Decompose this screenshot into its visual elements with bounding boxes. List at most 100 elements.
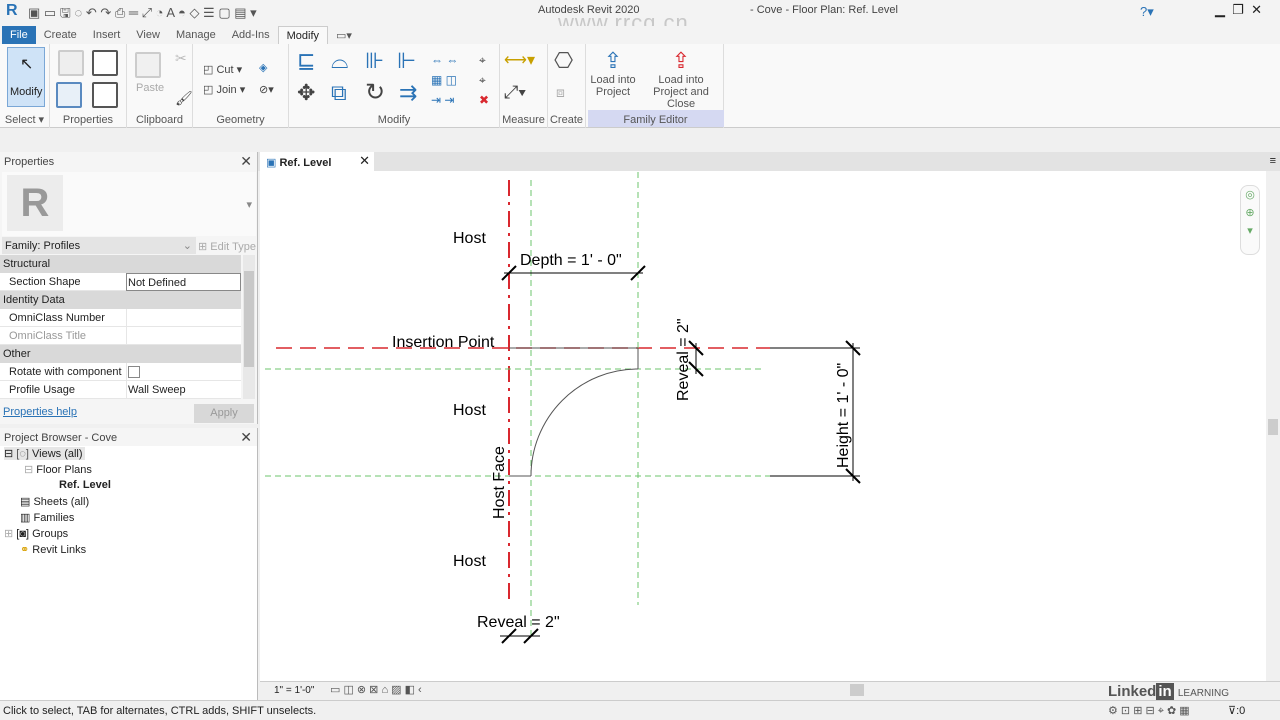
family-types-icon[interactable] <box>92 50 118 76</box>
measure-icon[interactable]: ⟷▾ <box>504 50 535 70</box>
tree-families[interactable]: ▥ Families <box>20 511 74 524</box>
panel-label: Clipboard <box>135 114 184 126</box>
scroll-thumb[interactable] <box>1268 419 1278 435</box>
links-icon: ⚭ <box>20 544 30 556</box>
trim-extend-icon[interactable]: ⇉ <box>399 80 417 106</box>
group-other[interactable]: Other <box>0 345 241 363</box>
panel-toggle-icon[interactable]: ▭▾ <box>328 26 360 44</box>
modify-button[interactable]: ↖ Modify <box>7 47 45 107</box>
paste-icon[interactable] <box>135 52 161 78</box>
panel-label: Measure <box>502 114 545 126</box>
paste-label[interactable]: Paste <box>136 82 164 94</box>
pin-delete-icons[interactable]: ⌖ ⌖ ✖ <box>479 50 489 110</box>
split-array-scale-icons[interactable]: ⇔ ⇔ ▦ ◫ ⇥ ⇥ <box>431 50 458 110</box>
tree-views-all[interactable]: ⊟ [◌] Views (all) <box>4 447 85 460</box>
tab-create[interactable]: Create <box>36 26 85 44</box>
tree-floor-plans[interactable]: ⊟ Floor Plans <box>24 463 92 476</box>
close-icon[interactable]: ✕ <box>240 429 252 446</box>
label-reveal-vertical[interactable]: Reveal = 2" <box>675 318 692 401</box>
mirror-draw-axis-icon[interactable]: ⊩ <box>397 48 416 74</box>
align-icon[interactable]: ⊑ <box>297 48 315 74</box>
family-category-icon[interactable] <box>92 82 118 108</box>
scale-selector[interactable]: 1" = 1'-0" <box>274 685 314 696</box>
label-line: Project and Close <box>653 86 709 110</box>
dimension-icon[interactable]: ⤢▾ <box>504 82 526 103</box>
profile-sketch[interactable] <box>509 347 639 477</box>
delete-icon[interactable]: ✖ <box>479 93 489 107</box>
tab-view[interactable]: View <box>128 26 168 44</box>
property-omniclass-number: OmniClass Number <box>0 309 241 327</box>
match-properties-icon[interactable]: 🖌 <box>175 90 193 107</box>
label-depth[interactable]: Depth = 1' - 0" <box>520 252 622 269</box>
tab-manage[interactable]: Manage <box>168 26 224 44</box>
filter-icon[interactable]: ⊽:0 <box>1228 704 1245 717</box>
properties-scrollbar[interactable] <box>243 255 255 399</box>
join-button[interactable]: ◰ Join ▾ <box>203 83 245 96</box>
view-control-bar: 1" = 1'-0" ▭ ◫ ⊗ ⊠ ⌂ ▨ ◧ ‹ Linked in LEAR… <box>260 681 1280 700</box>
tab-menu-icon[interactable]: ≡ <box>1270 155 1276 167</box>
view-tab-ref-level[interactable]: ▣ Ref. Level ✕ <box>260 152 374 171</box>
tab-file[interactable]: File <box>2 26 36 44</box>
label-height[interactable]: Height = 1' - 0" <box>835 363 852 468</box>
tree-ref-level[interactable]: Ref. Level <box>59 479 111 491</box>
cut-button[interactable]: ◰ Cut ▾ <box>203 63 242 76</box>
close-tab-icon[interactable]: ✕ <box>359 153 370 169</box>
type-selector[interactable]: R ▾ <box>2 172 256 236</box>
create-part-icon[interactable]: ⎔ <box>554 48 573 74</box>
tab-insert[interactable]: Insert <box>85 26 129 44</box>
cut-icon[interactable]: ✂ <box>175 50 187 67</box>
view-controls-icons[interactable]: ▭ ◫ ⊗ ⊠ ⌂ ▨ ◧ ‹ <box>330 683 422 696</box>
drawing-area[interactable]: Host Depth = 1' - 0" Insertion Point Hos… <box>260 171 1266 681</box>
modify-label: Modify <box>10 86 43 98</box>
load-close-icon: ⇪ <box>671 48 691 73</box>
label-reveal-bottom[interactable]: Reveal = 2" <box>477 614 560 631</box>
profile-usage-field[interactable]: Wall Sweep <box>126 381 241 399</box>
reference-planes[interactable] <box>265 172 780 640</box>
drawing-canvas[interactable]: Host Depth = 1' - 0" Insertion Point Hos… <box>260 171 1266 681</box>
wall-joins-icon[interactable]: ◈ <box>259 61 267 74</box>
split-face-icon[interactable]: ⊘▾ <box>259 83 274 96</box>
type-properties-icon[interactable] <box>58 50 84 76</box>
load-into-project-and-close-button[interactable]: ⇪ Load into Project and Close <box>638 48 724 112</box>
tab-add-ins[interactable]: Add-Ins <box>224 26 278 44</box>
selection-controls-icons[interactable]: ⚙ ⊡ ⊞ ⊟ ⌖ ✿ ▦ <box>1108 704 1190 718</box>
offset-icon[interactable]: ⌓ <box>331 48 348 74</box>
mirror-pick-axis-icon[interactable]: ⊪ <box>365 48 384 74</box>
close-icon[interactable]: ✕ <box>240 153 252 170</box>
tab-modify[interactable]: Modify <box>277 26 329 44</box>
group-identity-data[interactable]: Identity Data <box>0 291 241 309</box>
quick-access-toolbar[interactable]: ▣ ▭ 🖫 ◌ ↶ ↷ ⎙ ═ ⤢ ◔ A ◓ ◇ ☰ ▢ ▤ ▾ <box>28 4 257 26</box>
properties-icon[interactable] <box>56 82 82 108</box>
vertical-scrollbar[interactable] <box>1266 171 1280 681</box>
revit-logo-icon[interactable]: R <box>6 2 18 20</box>
document-title: - Cove - Floor Plan: Ref. Level <box>750 4 898 16</box>
edit-type-button[interactable]: ⊞ Edit Type <box>198 240 256 253</box>
horizontal-scroll-thumb[interactable] <box>850 684 864 696</box>
scroll-thumb[interactable] <box>244 271 254 367</box>
panel-clipboard: Paste ✂ 🖌 Clipboard <box>127 44 193 128</box>
rotate-icon[interactable]: ↻ <box>365 78 385 107</box>
family-filter-dropdown[interactable]: Family: Profiles ⌄ <box>2 237 196 254</box>
move-icon[interactable]: ✥ <box>297 80 315 106</box>
create-group-icon[interactable]: ⧈ <box>556 84 565 101</box>
section-shape-field[interactable]: Not Defined <box>126 273 241 291</box>
properties-palette: Properties ✕ R ▾ Family: Profiles ⌄ ⊞ Edit… <box>0 152 258 424</box>
panel-label[interactable]: Select ▾ <box>0 113 49 126</box>
apply-button[interactable]: Apply <box>194 404 254 423</box>
tree-sheets[interactable]: ▤ Sheets (all) <box>20 495 89 508</box>
properties-help-link[interactable]: Properties help <box>3 406 77 418</box>
status-hint: Click to select, TAB for alternates, CTR… <box>3 705 317 717</box>
cursor-arrow-icon: ↖ <box>20 56 34 73</box>
navigation-bar[interactable]: ◎ ⊕ ▾ <box>1240 185 1260 255</box>
label-host-face: Host Face <box>491 446 508 519</box>
help-icon[interactable]: ?▾ <box>1140 4 1154 20</box>
load-into-project-button[interactable]: ⇪ Load into Project <box>588 48 638 112</box>
group-structural[interactable]: Structural <box>0 255 241 273</box>
tree-groups[interactable]: ⊞ [◙] Groups <box>4 527 68 540</box>
omniclass-number-field[interactable] <box>126 309 241 327</box>
chevron-down-icon: ▾ <box>246 199 252 211</box>
rotate-checkbox[interactable] <box>128 366 140 378</box>
tree-revit-links[interactable]: ⚭ Revit Links <box>20 543 86 556</box>
window-controls[interactable]: ▁ ❐ ✕ <box>1215 2 1262 18</box>
copy-icon[interactable]: ⧉ <box>331 80 347 106</box>
